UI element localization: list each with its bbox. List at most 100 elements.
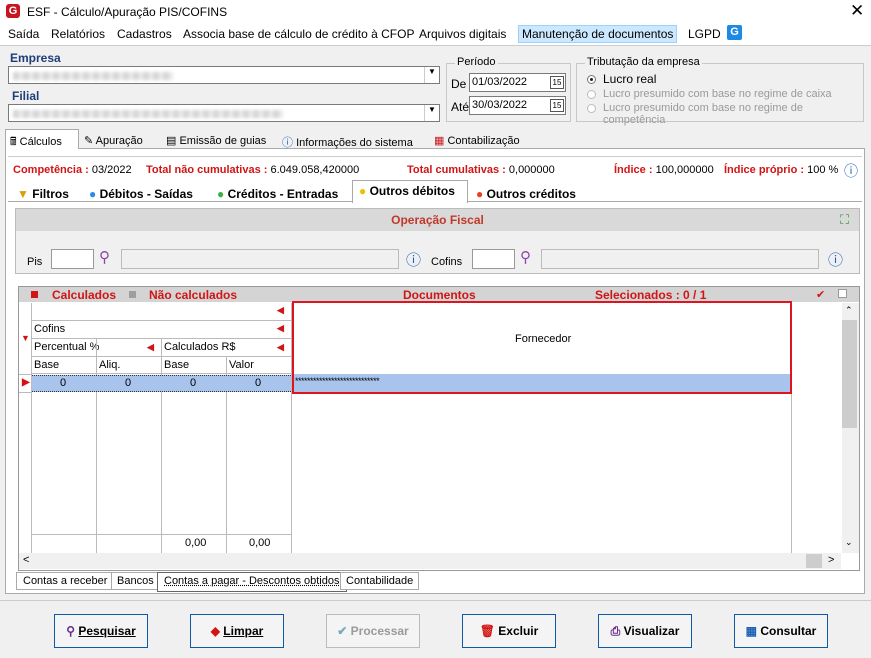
- subtab-outros-debitos-label: Outros débitos: [369, 184, 455, 198]
- scroll-left-icon[interactable]: <: [23, 554, 29, 566]
- scroll-right-icon[interactable]: >: [828, 554, 834, 566]
- summary-proprio: Índice próprio : 100 %: [724, 164, 838, 176]
- consultar-button[interactable]: ▦ Consultar: [734, 614, 828, 648]
- menu-bar: Saída Relatórios Cadastros Associa base …: [0, 24, 871, 45]
- collapse-icon[interactable]: ◀: [277, 305, 284, 316]
- visualizar-label: Visualizar: [623, 624, 680, 638]
- pis-input[interactable]: [51, 249, 94, 269]
- tab-calculos[interactable]: 🖩 Cálculos: [5, 129, 79, 150]
- excluir-label: Excluir: [498, 624, 539, 638]
- excluir-button[interactable]: 🗑 Excluir: [462, 614, 556, 648]
- select-all-checkbox[interactable]: [838, 289, 847, 298]
- scroll-h-thumb[interactable]: [806, 554, 822, 568]
- tab-contabilidade[interactable]: Contabilidade: [340, 572, 420, 590]
- menu-lgpd[interactable]: LGPD: [688, 27, 721, 41]
- chevron-down-icon[interactable]: ▼: [424, 67, 439, 83]
- menu-associa[interactable]: Associa base de cálculo de crédito à CFO…: [183, 27, 414, 41]
- cofins-input[interactable]: [472, 249, 515, 269]
- check-icon[interactable]: ✔: [816, 288, 825, 301]
- total-base: 0,00: [185, 537, 207, 549]
- table-row[interactable]: [32, 375, 291, 392]
- blue-dot-icon: ●: [89, 187, 97, 201]
- tab-bancos[interactable]: Bancos: [111, 572, 160, 590]
- calendar-icon: ▦: [434, 135, 445, 147]
- total-valor: 0,00: [249, 537, 271, 549]
- subtab-debitos[interactable]: ● Débitos - Saídas: [89, 184, 193, 201]
- limpar-button[interactable]: ◆ Limpar: [190, 614, 284, 648]
- subtab-outros-debitos[interactable]: ● Outros débitos: [352, 180, 468, 203]
- info-icon[interactable]: ⓘ: [828, 249, 843, 270]
- scroll-thumb[interactable]: [842, 320, 857, 428]
- subtab-creditos[interactable]: ● Créditos - Entradas: [217, 184, 338, 201]
- horizontal-scrollbar[interactable]: [19, 553, 841, 569]
- orange-dot-icon: ●: [476, 187, 484, 201]
- periodo-title: Período: [455, 56, 498, 68]
- cell-base: 0: [190, 377, 197, 389]
- base-header: Base: [164, 359, 190, 371]
- menu-cadastros[interactable]: Cadastros: [117, 27, 172, 41]
- sort-down-icon: ▼: [21, 333, 30, 343]
- divider: [8, 156, 862, 157]
- blurred-text: [13, 72, 173, 80]
- collapse-icon[interactable]: ◀: [277, 342, 284, 353]
- filial-select[interactable]: ▼: [8, 104, 440, 122]
- proprio-value: 100 %: [807, 164, 839, 176]
- row-sep: [19, 374, 31, 375]
- competencia-label: Competência :: [13, 164, 89, 176]
- indice-label: Índice :: [614, 164, 653, 176]
- chevron-down-icon[interactable]: ▼: [424, 105, 439, 121]
- check-icon: ✔: [337, 624, 348, 638]
- g-icon[interactable]: G: [727, 25, 742, 40]
- tab-emissao[interactable]: ▤ Emissão de guias: [166, 131, 266, 147]
- subtab-outros-creditos-label: Outros créditos: [486, 187, 576, 201]
- info-icon[interactable]: ⓘ: [406, 249, 421, 270]
- menu-relatorios[interactable]: Relatórios: [51, 27, 105, 41]
- radio-lucro-real[interactable]: [587, 75, 596, 84]
- info-icon[interactable]: ⓘ: [844, 161, 858, 181]
- tab-apuracao[interactable]: ✎ Apuração: [84, 131, 143, 147]
- title-bar: G ESF - Cálculo/Apuração PIS/COFINS ✕: [0, 0, 871, 24]
- subtab-outros-creditos[interactable]: ● Outros créditos: [476, 184, 576, 201]
- processar-button[interactable]: ✔ Processar: [326, 614, 420, 648]
- collapse-icon[interactable]: ◀: [277, 323, 284, 334]
- date-ate-value: 30/03/2022: [472, 99, 528, 111]
- pesquisar-button[interactable]: ⚲ Pesquisar: [54, 614, 148, 648]
- tab-contas-receber[interactable]: Contas a receber: [16, 572, 115, 590]
- tab-contas-receber-label: Contas a receber: [23, 575, 108, 587]
- green-dot-icon: ●: [217, 187, 225, 201]
- consultar-label: Consultar: [760, 624, 817, 638]
- calendar-icon[interactable]: 15: [550, 99, 564, 112]
- collapse-icon[interactable]: ◀: [147, 342, 154, 353]
- calendar-icon[interactable]: 15: [550, 76, 564, 89]
- tab-contabilizacao[interactable]: ▦ Contabilização: [434, 131, 520, 147]
- empresa-select[interactable]: ▼: [8, 66, 440, 84]
- visualizar-button[interactable]: ⎙ Visualizar: [598, 614, 692, 648]
- periodo-group: Período De 01/03/2022 15 Até 30/03/2022 …: [446, 56, 571, 122]
- expand-icon[interactable]: ⛶: [840, 212, 849, 228]
- col-sep: [161, 339, 162, 553]
- menu-saida[interactable]: Saída: [8, 27, 39, 41]
- document-icon: ▤: [166, 135, 177, 147]
- row-sep: [19, 392, 31, 393]
- scroll-up-icon[interactable]: ⌃: [845, 305, 853, 316]
- menu-manutencao[interactable]: Manutenção de documentos: [518, 25, 678, 43]
- search-icon[interactable]: ⚲: [520, 248, 531, 266]
- filter-icon: ▼: [17, 187, 29, 201]
- header-row: [31, 303, 291, 321]
- pis-label: Pis: [27, 256, 43, 268]
- tributacao-title: Tributação da empresa: [585, 56, 702, 68]
- de-label: De: [451, 77, 467, 91]
- subtab-filtros[interactable]: ▼ Filtros: [17, 184, 69, 201]
- search-icon[interactable]: ⚲: [99, 248, 110, 266]
- tab-informacoes[interactable]: ⓘ Informações do sistema: [282, 131, 413, 150]
- subtab-creditos-label: Créditos - Entradas: [227, 187, 339, 201]
- aliq-header: Aliq.: [99, 359, 121, 371]
- menu-arquivos[interactable]: Arquivos digitais: [419, 27, 506, 41]
- scroll-down-icon[interactable]: ⌄: [845, 537, 853, 548]
- summary-tc: Total cumulativas : 0,000000: [407, 164, 555, 176]
- opt-presumido-competencia: Lucro presumido com base no regime de co…: [603, 102, 803, 126]
- close-icon[interactable]: ✕: [850, 1, 864, 21]
- summary-indice: Índice : 100,000000: [614, 164, 714, 176]
- cell-aliq: 0: [125, 377, 132, 389]
- tab-contas-pagar[interactable]: Contas a pagar - Descontos obtidos: [157, 572, 347, 592]
